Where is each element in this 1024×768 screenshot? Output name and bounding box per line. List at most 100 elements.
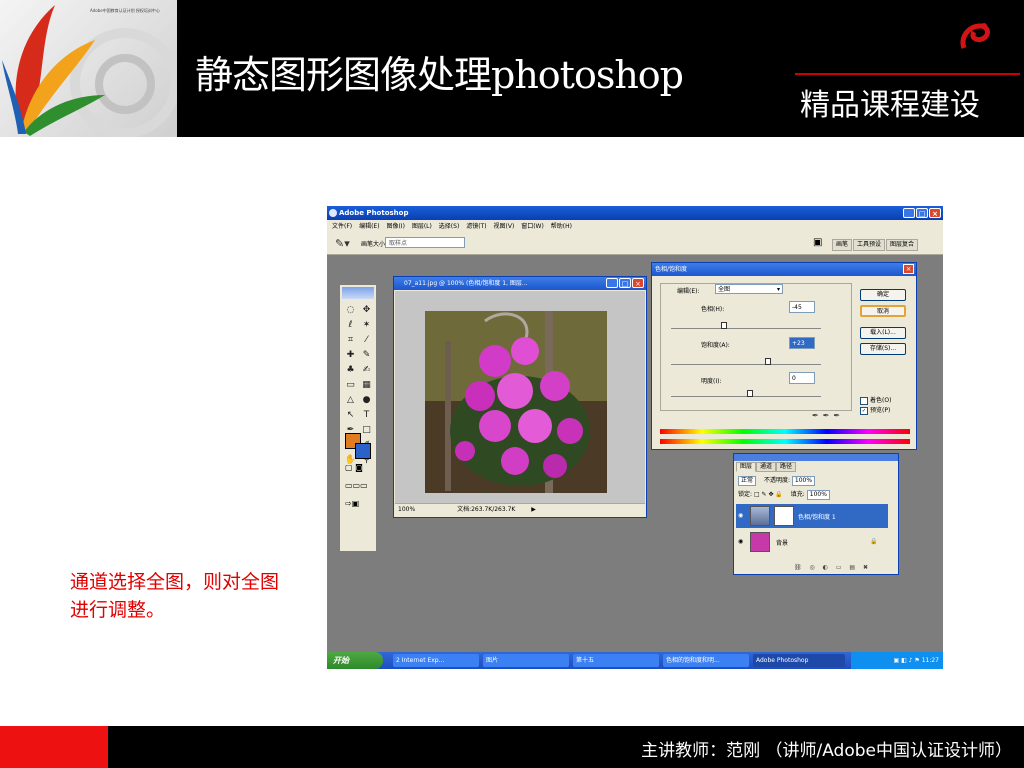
lightness-input[interactable]: 0 bbox=[789, 372, 815, 384]
menu-filter[interactable]: 滤镜(T) bbox=[466, 223, 486, 230]
doc-close-button[interactable]: × bbox=[632, 278, 644, 288]
layer-row[interactable]: ◉ 色相/饱和度 1 bbox=[736, 504, 888, 528]
ok-button[interactable]: 确定 bbox=[860, 289, 906, 301]
tab-channels[interactable]: 通道 bbox=[756, 462, 777, 472]
save-button[interactable]: 存储(S)... bbox=[860, 343, 906, 355]
minimize-button[interactable]: _ bbox=[903, 208, 915, 218]
doc-maximize-button[interactable]: □ bbox=[619, 278, 631, 288]
load-button[interactable]: 载入(L)... bbox=[860, 327, 906, 339]
saturation-slider-thumb[interactable] bbox=[765, 358, 771, 365]
saturation-slider-track[interactable] bbox=[671, 364, 821, 365]
task-pictures[interactable]: 图片 bbox=[483, 654, 569, 667]
palette-titlebar[interactable] bbox=[734, 454, 898, 461]
fill-input[interactable]: 100% bbox=[806, 490, 830, 500]
menu-help[interactable]: 帮助(H) bbox=[551, 223, 572, 230]
palette-tabs: 图层 通道 路径 bbox=[736, 462, 797, 472]
lasso-tool-icon[interactable]: ℓ bbox=[343, 318, 358, 332]
file-browser-icon[interactable]: ▣ bbox=[813, 237, 822, 248]
app-title: Adobe Photoshop bbox=[339, 209, 409, 217]
menu-select[interactable]: 选择(S) bbox=[439, 223, 460, 230]
photoshop-icon bbox=[329, 209, 337, 217]
eyedropper-subtract-icon[interactable]: ✒ bbox=[833, 411, 844, 420]
gradient-tool-icon[interactable]: ▦ bbox=[359, 378, 374, 392]
colorize-checkbox[interactable]: 着色(O) bbox=[860, 395, 891, 405]
healing-tool-icon[interactable]: ✚ bbox=[343, 348, 358, 362]
sample-size-select[interactable]: 取样点 bbox=[385, 237, 465, 248]
crop-tool-icon[interactable]: ⌗ bbox=[343, 333, 358, 347]
blend-mode-select[interactable]: 正常 bbox=[738, 476, 757, 486]
zoom-level[interactable]: 100% bbox=[398, 506, 415, 513]
dialog-titlebar: 色相/饱和度 × bbox=[652, 263, 916, 276]
screen-mode-icon[interactable]: ▭▭▭ bbox=[345, 481, 368, 490]
well-tab-tool-presets[interactable]: 工具预设 bbox=[853, 239, 886, 251]
maximize-button[interactable]: □ bbox=[916, 208, 928, 218]
palette-footer-icons[interactable]: ⛓ ◎ ◐ ▭ ▤ ✖ bbox=[794, 564, 871, 571]
eraser-tool-icon[interactable]: ▭ bbox=[343, 378, 358, 392]
menu-view[interactable]: 视图(V) bbox=[494, 223, 515, 230]
tab-layers[interactable]: 图层 bbox=[736, 462, 757, 472]
lightness-slider-thumb[interactable] bbox=[747, 390, 753, 397]
blur-tool-icon[interactable]: △ bbox=[343, 393, 358, 407]
menu-edit[interactable]: 编辑(E) bbox=[359, 223, 379, 230]
cancel-button[interactable]: 取消 bbox=[860, 305, 906, 317]
visibility-eye-icon[interactable]: ◉ bbox=[738, 512, 743, 519]
dodge-tool-icon[interactable]: ● bbox=[359, 393, 374, 407]
eyedropper-icon[interactable]: ✒ bbox=[812, 411, 823, 420]
task-internet-explorer[interactable]: 2 Internet Exp... bbox=[393, 654, 479, 667]
menu-file[interactable]: 文件(F) bbox=[332, 223, 352, 230]
edit-channel-select[interactable]: 全图 ▾ bbox=[715, 284, 783, 294]
dialog-close-button[interactable]: × bbox=[903, 264, 914, 274]
lock-icons[interactable]: □ ✎ ✥ 🔒 bbox=[754, 491, 783, 498]
task-adobe-photoshop[interactable]: Adobe Photoshop bbox=[753, 654, 845, 667]
start-button[interactable]: 开始 bbox=[327, 652, 383, 669]
menu-layer[interactable]: 图层(L) bbox=[412, 223, 432, 230]
saturation-label: 饱和度(A): bbox=[701, 342, 730, 349]
preview-checkbox[interactable]: ✓ 预览(P) bbox=[860, 405, 890, 415]
close-button[interactable]: × bbox=[929, 208, 941, 218]
menu-image[interactable]: 图像(I) bbox=[386, 223, 404, 230]
doc-minimize-button[interactable]: _ bbox=[606, 278, 618, 288]
quick-mask-icon[interactable]: ▢ ◙ bbox=[345, 463, 363, 472]
hue-slider-track[interactable] bbox=[671, 328, 821, 329]
photoshop-screenshot: Adobe Photoshop _ □ × 文件(F) 编辑(E) 图像(I) … bbox=[327, 206, 943, 669]
palette-well: 画笔 工具预设 图层复合 bbox=[832, 239, 919, 251]
layer-row[interactable]: ◉ 背景 🔒 bbox=[736, 530, 888, 554]
preview-label: 预览(P) bbox=[870, 407, 891, 414]
eyedropper-add-icon[interactable]: ✒ bbox=[823, 411, 834, 420]
opacity-input[interactable]: 100% bbox=[791, 476, 816, 486]
type-tool-icon[interactable]: T bbox=[359, 408, 374, 422]
stamp-tool-icon[interactable]: ♣ bbox=[343, 363, 358, 377]
task-document[interactable]: 色相的饱和度和明... bbox=[663, 654, 749, 667]
path-selection-tool-icon[interactable]: ↖ bbox=[343, 408, 358, 422]
document-size-info[interactable]: 文档:263.7K/263.7K bbox=[457, 506, 515, 513]
slice-tool-icon[interactable]: ⁄ bbox=[359, 333, 374, 347]
sample-size-label: 画笔大小: bbox=[361, 241, 388, 248]
magic-wand-tool-icon[interactable]: ✶ bbox=[359, 318, 374, 332]
document-canvas[interactable] bbox=[395, 291, 645, 503]
menu-window[interactable]: 窗口(W) bbox=[521, 223, 544, 230]
visibility-eye-icon[interactable]: ◉ bbox=[738, 538, 743, 545]
eyedropper-tool-icon[interactable]: ✎▾ bbox=[335, 237, 350, 250]
status-arrow-icon[interactable]: ▶ bbox=[531, 506, 536, 513]
lightness-slider-track[interactable] bbox=[671, 396, 821, 397]
well-tab-layer-comps[interactable]: 图层复合 bbox=[886, 239, 919, 251]
history-brush-tool-icon[interactable]: ✍ bbox=[359, 363, 374, 377]
well-tab-brushes[interactable]: 画笔 bbox=[832, 239, 853, 251]
tab-paths[interactable]: 路径 bbox=[776, 462, 797, 472]
brush-tool-icon[interactable]: ✎ bbox=[359, 348, 374, 362]
hue-slider-thumb[interactable] bbox=[721, 322, 727, 329]
saturation-input[interactable]: +23 bbox=[789, 337, 815, 349]
toolbox-header[interactable] bbox=[342, 287, 374, 299]
shape-tool-icon[interactable]: □ bbox=[359, 423, 374, 437]
marquee-tool-icon[interactable]: ◌ bbox=[343, 303, 358, 317]
background-color-swatch[interactable] bbox=[355, 443, 371, 459]
move-tool-icon[interactable]: ✥ bbox=[359, 303, 374, 317]
task-chapter-15[interactable]: 第十五 bbox=[573, 654, 659, 667]
adjustment-layer-icon bbox=[750, 506, 770, 526]
jump-to-imageready-icon[interactable]: ⇨▣ bbox=[345, 499, 359, 508]
chevron-down-icon: ▾ bbox=[776, 286, 780, 293]
adjustment-group: 编辑(E): 全图 ▾ 色相(H): -45 饱和度(A): +23 明度(I)… bbox=[660, 283, 852, 411]
hue-input[interactable]: -45 bbox=[789, 301, 815, 313]
menu-bar: 文件(F) 编辑(E) 图像(I) 图层(L) 选择(S) 滤镜(T) 视图(V… bbox=[327, 220, 943, 233]
tray-icons[interactable]: ▣ ◧ ♪ ⚑ bbox=[894, 657, 922, 664]
